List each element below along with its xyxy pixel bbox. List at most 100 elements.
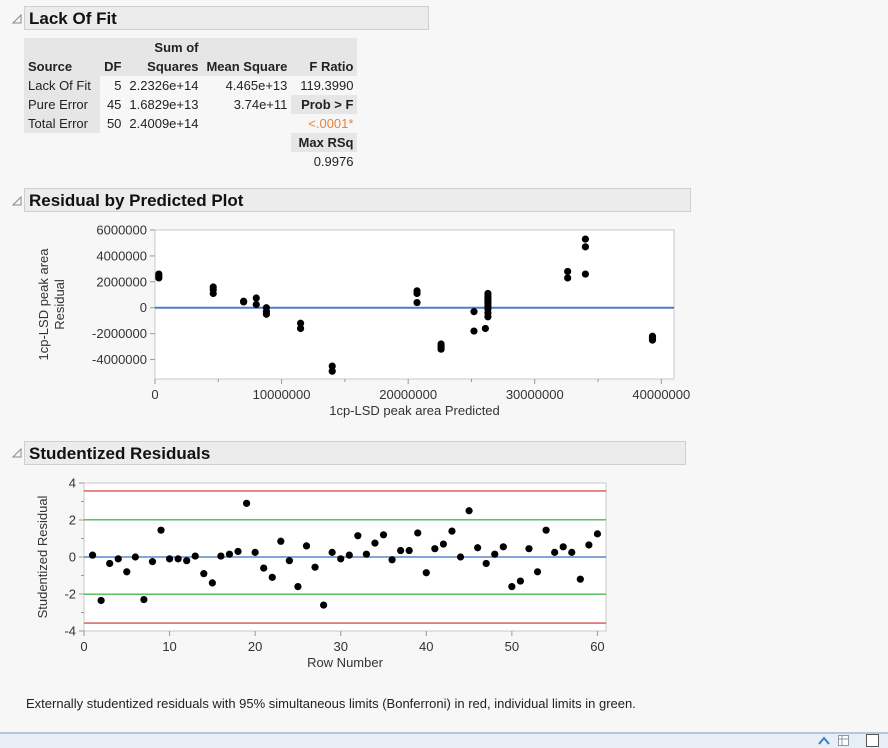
data-point <box>388 556 396 564</box>
data-point <box>97 596 105 605</box>
collapse-triangle-icon[interactable] <box>12 448 22 458</box>
y-axis-label: Studentized Residual <box>35 495 50 618</box>
data-point <box>379 531 388 539</box>
data-point <box>252 294 260 302</box>
col-header-ss-top: Sum of <box>125 38 203 57</box>
data-point <box>240 298 248 306</box>
x-tick-label: 40000000 <box>632 387 690 402</box>
data-point <box>155 274 163 282</box>
col-header-fratio: F Ratio <box>291 57 358 76</box>
data-point <box>499 543 507 551</box>
col-header-df: DF <box>100 57 126 76</box>
lack-of-fit-table: Sum of Source DF Squares Mean Square F R… <box>24 38 358 171</box>
y-tick-label: 6000000 <box>96 223 147 238</box>
data-point <box>564 274 572 282</box>
data-point <box>252 300 260 309</box>
data-point <box>414 529 422 537</box>
data-point <box>296 324 305 333</box>
lack-of-fit-header[interactable]: Lack Of Fit <box>24 6 429 30</box>
data-point <box>114 555 122 563</box>
data-point <box>362 550 370 558</box>
collapse-triangle-icon[interactable] <box>12 196 22 206</box>
data-point <box>225 550 234 558</box>
data-point <box>525 545 533 553</box>
collapse-triangle-icon[interactable] <box>12 14 22 24</box>
data-point <box>484 313 492 321</box>
data-point <box>568 548 576 556</box>
data-point <box>481 324 489 333</box>
data-point <box>551 548 559 556</box>
data-point <box>242 499 251 507</box>
data-point <box>439 540 448 548</box>
col-header-source: Source <box>24 57 101 76</box>
data-point <box>470 308 478 316</box>
data-point <box>217 552 225 560</box>
data-point <box>648 336 657 344</box>
y-axis-label: 1cp-LSD peak area <box>36 248 51 361</box>
data-point <box>413 289 421 298</box>
data-point <box>251 548 259 556</box>
data-point <box>593 530 602 538</box>
table-icon[interactable] <box>838 735 850 746</box>
data-point <box>533 568 542 576</box>
data-point <box>482 559 490 568</box>
data-point <box>191 552 199 560</box>
col-header-ss: Squares <box>125 57 203 76</box>
x-axis-label: 1cp-LSD peak area Predicted <box>329 403 500 418</box>
window-checkbox-icon[interactable] <box>866 734 880 747</box>
studentized-residuals-chart: 420-2-40 10 20 30 40 50 60Row NumberStudentize… <box>35 476 607 670</box>
data-point <box>174 555 182 563</box>
data-point <box>508 583 516 591</box>
data-point <box>345 551 353 559</box>
x-tick-label: 60 <box>590 639 604 654</box>
data-point <box>328 548 336 556</box>
y-axis-label: Residual <box>52 279 67 330</box>
data-point <box>413 298 421 307</box>
data-point <box>474 544 482 552</box>
up-arrow-icon[interactable] <box>818 735 830 745</box>
x-tick-label: 10 <box>162 639 176 654</box>
y-tick-label: 0 <box>140 300 147 315</box>
data-point <box>542 526 550 534</box>
data-point <box>157 526 165 534</box>
data-point <box>148 558 157 566</box>
max-rsq-value: 0.9976 <box>313 154 354 169</box>
data-point <box>262 310 270 318</box>
data-point <box>328 367 336 375</box>
data-point <box>123 568 131 576</box>
data-point <box>576 575 584 583</box>
data-point <box>456 553 465 561</box>
prob-f-value: <.0001* <box>308 116 354 131</box>
x-tick-label: 20000000 <box>379 387 437 402</box>
x-tick-label: 30 <box>333 639 347 654</box>
x-tick-label: 0 <box>80 639 87 654</box>
data-point <box>405 546 413 555</box>
data-point <box>183 557 191 565</box>
data-point <box>88 551 97 559</box>
data-point <box>431 545 439 553</box>
x-tick-label: 30000000 <box>506 387 564 402</box>
y-tick-label: 2 <box>69 513 76 528</box>
residual-plot-header[interactable]: Residual by Predicted Plot <box>24 188 691 212</box>
data-point <box>559 543 567 551</box>
data-point <box>302 542 311 550</box>
col-header-ms: Mean Square <box>202 57 292 76</box>
y-tick-label: 4 <box>69 476 76 491</box>
studentized-header[interactable]: Studentized Residuals <box>24 441 686 465</box>
table-row: Total Error 50 2.4009e+14 <.0001* <box>24 114 357 133</box>
x-tick-label: 50 <box>505 639 519 654</box>
lack-of-fit-title: Lack Of Fit <box>29 9 117 28</box>
data-point <box>131 553 139 561</box>
data-point <box>491 550 499 558</box>
data-point <box>320 601 328 609</box>
x-tick-label: 0 <box>151 387 158 402</box>
x-axis-label: Row Number <box>307 655 384 670</box>
data-point <box>165 555 174 563</box>
data-point <box>234 547 242 556</box>
y-tick-label: 0 <box>69 550 76 565</box>
studentized-note: Externally studentized residuals with 95… <box>26 696 636 711</box>
prob-f-label: Prob > F <box>291 95 358 114</box>
data-point <box>581 243 589 251</box>
table-row: Lack Of Fit 5 2.2326e+14 4.465e+13 119.3… <box>24 76 357 95</box>
data-point <box>354 532 362 540</box>
